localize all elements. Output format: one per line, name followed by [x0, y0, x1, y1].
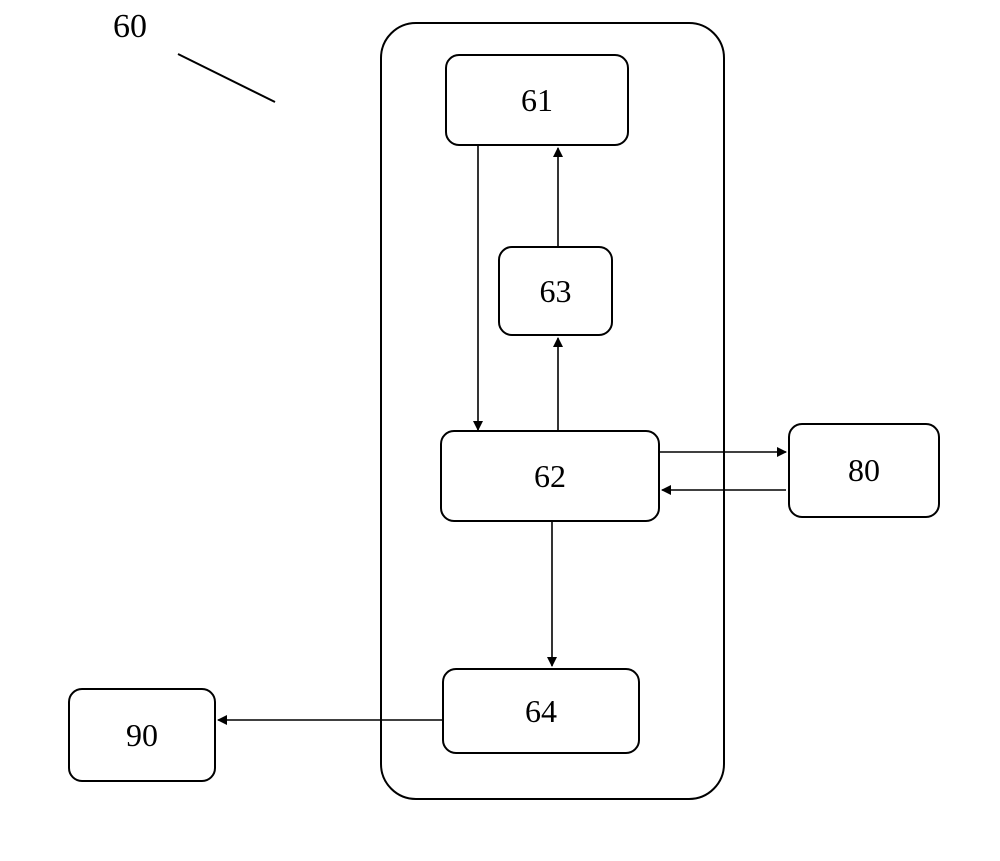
box-62-label: 62 — [534, 458, 566, 495]
box-61: 61 — [445, 54, 629, 146]
box-63-label: 63 — [540, 273, 572, 310]
box-90-label: 90 — [126, 717, 158, 754]
box-90: 90 — [68, 688, 216, 782]
box-62: 62 — [440, 430, 660, 522]
box-80: 80 — [788, 423, 940, 518]
container-label: 60 — [113, 8, 147, 46]
box-80-label: 80 — [848, 452, 880, 489]
box-64: 64 — [442, 668, 640, 754]
pointer-60 — [178, 54, 275, 102]
box-63: 63 — [498, 246, 613, 336]
box-61-label: 61 — [521, 82, 553, 119]
box-64-label: 64 — [525, 693, 557, 730]
